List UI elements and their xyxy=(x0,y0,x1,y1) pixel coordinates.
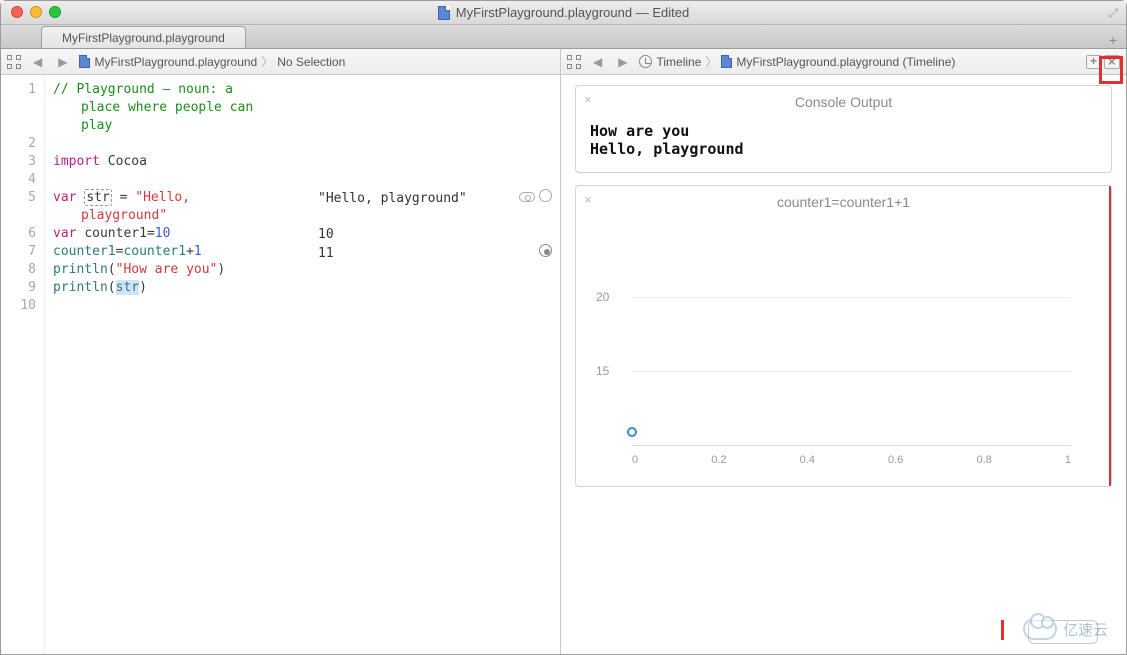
titlebar: MyFirstPlayground.playground — Edited ⤢ xyxy=(1,1,1126,25)
zoom-window[interactable] xyxy=(49,6,61,18)
timeline-icon xyxy=(639,55,652,68)
tab-playground[interactable]: MyFirstPlayground.playground xyxy=(41,26,246,48)
timeline-playhead[interactable] xyxy=(1001,620,1004,640)
close-icon[interactable]: × xyxy=(584,92,592,107)
console-line: How are you xyxy=(590,122,1097,140)
breadcrumb-selection: No Selection xyxy=(277,55,345,69)
result-value: 11 xyxy=(318,245,334,263)
code-editor[interactable]: // Playground – noun: a place where peop… xyxy=(45,75,310,654)
window-title: MyFirstPlayground.playground — Edited xyxy=(456,5,689,20)
chevron-right-icon: 〉 xyxy=(261,53,273,70)
related-items-icon[interactable] xyxy=(567,55,581,69)
results-sidebar: "Hello, playground" 10 11 xyxy=(310,75,560,654)
line-gutter: 1 2 3 4 5 6 7 8 9 10 xyxy=(1,75,45,654)
value-history-icon[interactable] xyxy=(539,189,552,202)
document-icon xyxy=(438,6,450,20)
close-icon[interactable]: × xyxy=(584,192,592,207)
breadcrumb-timeline: Timeline xyxy=(656,55,701,69)
console-output-card: × Console Output How are you Hello, play… xyxy=(575,85,1112,173)
nav-back[interactable]: ◀ xyxy=(29,55,46,69)
breadcrumb-right[interactable]: Timeline 〉 MyFirstPlayground.playground … xyxy=(639,53,955,70)
chart-scrubber[interactable] xyxy=(1109,186,1111,486)
tab-bar: MyFirstPlayground.playground + xyxy=(1,25,1126,49)
result-value: "Hello, playground" xyxy=(318,190,467,208)
close-window[interactable] xyxy=(11,6,23,18)
x-ticks: 0 0.2 0.4 0.6 0.8 1 xyxy=(632,454,1071,466)
editor-pane: 1 2 3 4 5 6 7 8 9 10 // Playground – nou… xyxy=(1,75,561,654)
nav-forward[interactable]: ▶ xyxy=(54,55,71,69)
breadcrumb-file: MyFirstPlayground.playground xyxy=(94,55,257,69)
console-title: Console Output xyxy=(576,86,1111,116)
tab-label: MyFirstPlayground.playground xyxy=(62,31,225,45)
annotation-highlight xyxy=(1099,56,1123,84)
y-tick: 15 xyxy=(596,364,609,378)
window-controls xyxy=(11,6,61,18)
jumpbar-left: ◀ ▶ MyFirstPlayground.playground 〉 No Se… xyxy=(1,49,561,75)
file-icon xyxy=(721,55,732,68)
y-tick: 20 xyxy=(596,290,609,304)
console-line: Hello, playground xyxy=(590,140,1097,158)
chart-title: counter1=counter1+1 xyxy=(576,186,1111,216)
nav-back[interactable]: ◀ xyxy=(589,55,606,69)
data-point[interactable] xyxy=(627,427,637,437)
timeline-pane: × Console Output How are you Hello, play… xyxy=(561,75,1126,654)
fullscreen-icon[interactable]: ⤢ xyxy=(1108,6,1118,21)
related-items-icon[interactable] xyxy=(7,55,21,69)
breadcrumb-timeline-file: MyFirstPlayground.playground (Timeline) xyxy=(736,55,955,69)
add-tab-button[interactable]: + xyxy=(1106,32,1126,48)
cloud-icon xyxy=(1023,618,1057,640)
value-history-active-icon[interactable] xyxy=(539,244,552,257)
file-icon xyxy=(79,55,90,68)
jumpbar-right: ◀ ▶ Timeline 〉 MyFirstPlayground.playgro… xyxy=(561,49,1126,75)
minimize-window[interactable] xyxy=(30,6,42,18)
chevron-right-icon: 〉 xyxy=(705,53,717,70)
chart-area[interactable]: 15 20 0 0.2 0.4 0.6 0.8 1 xyxy=(632,226,1071,466)
nav-forward[interactable]: ▶ xyxy=(614,55,631,69)
breadcrumb-left[interactable]: MyFirstPlayground.playground 〉 No Select… xyxy=(79,53,345,70)
value-history-chart: × counter1=counter1+1 15 20 0 0.2 0.4 0.… xyxy=(575,185,1112,487)
quicklook-icon[interactable] xyxy=(519,192,535,202)
watermark: 亿速云 xyxy=(1023,618,1108,640)
result-value: 10 xyxy=(318,226,334,244)
